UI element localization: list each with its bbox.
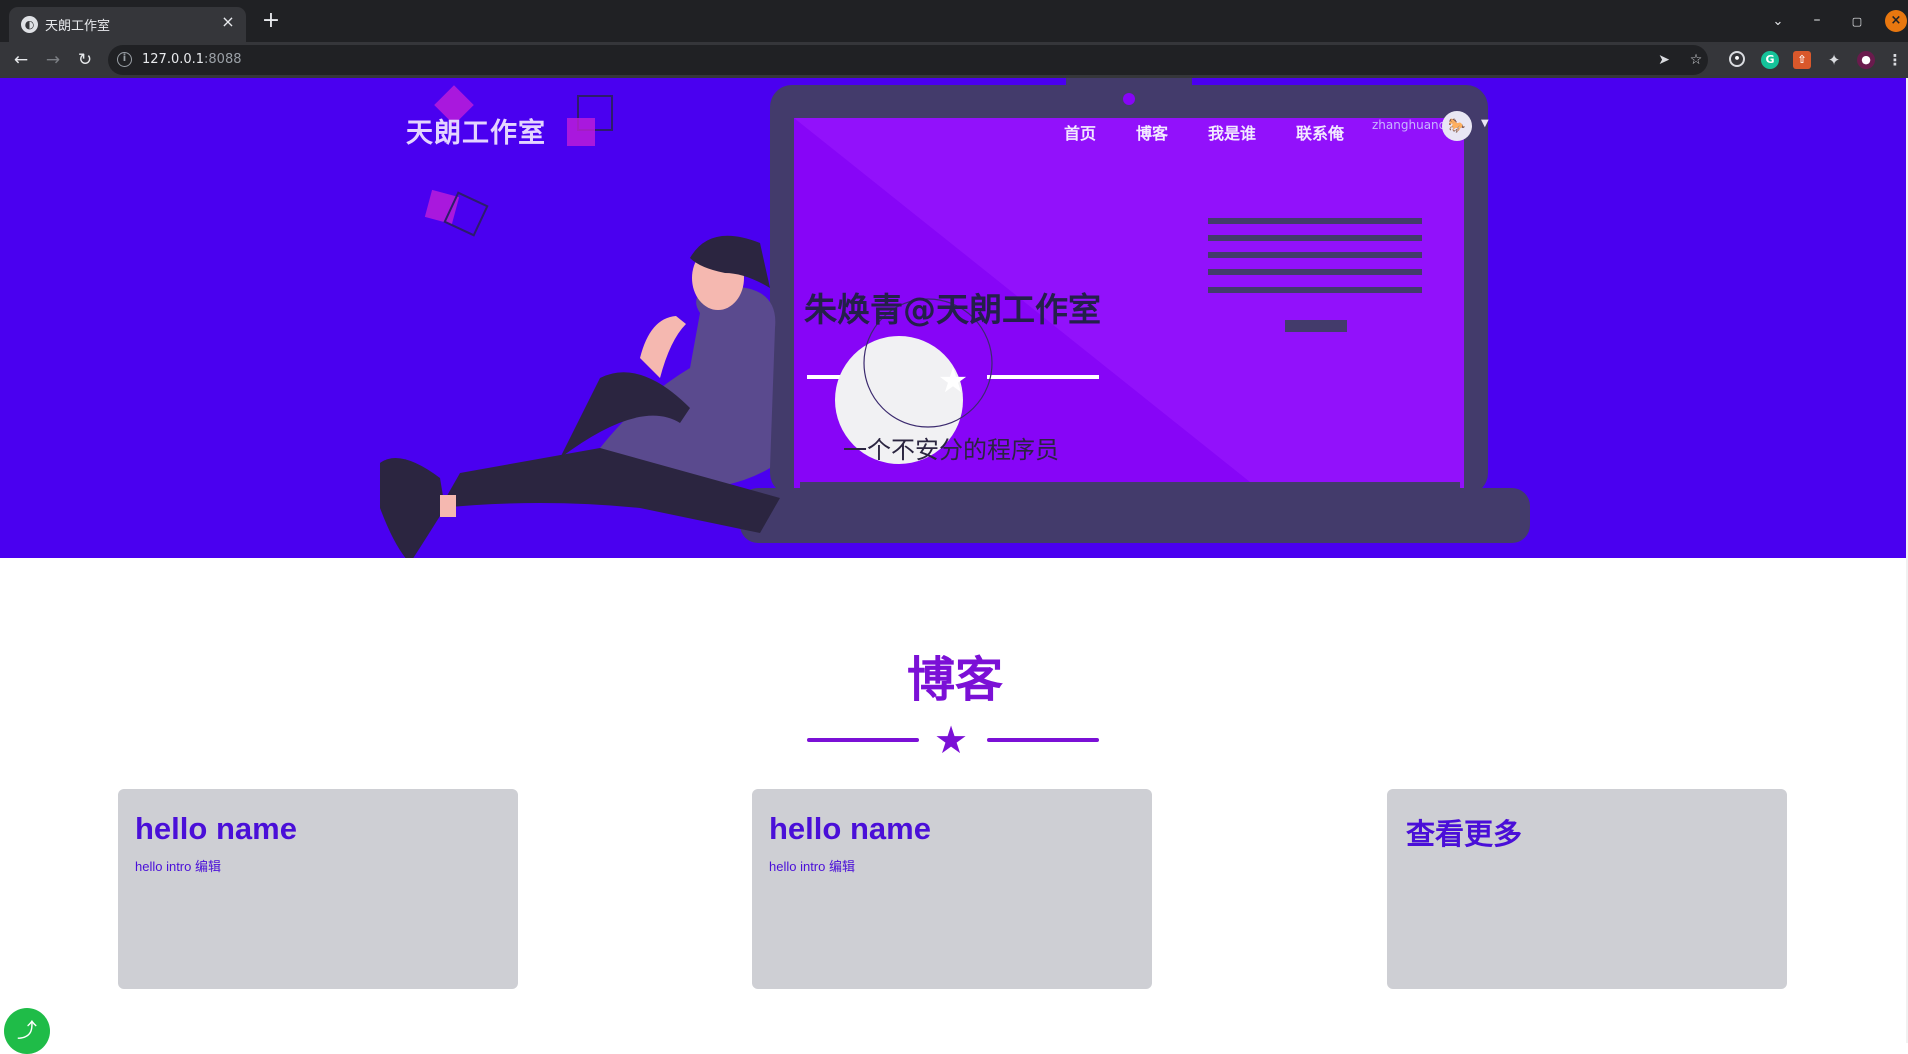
card-intro[interactable]: hello intro 编辑 <box>135 856 221 875</box>
nav-blog[interactable]: 博客 <box>1136 120 1168 144</box>
tab-title: 天朗工作室 <box>45 19 111 34</box>
puzzle-icon[interactable]: ✦ <box>1825 51 1843 69</box>
laptop-camera <box>1123 93 1135 105</box>
screen-line <box>1208 235 1422 241</box>
laptop-base <box>740 488 1530 543</box>
nav-home[interactable]: 首页 <box>1064 120 1096 144</box>
reload-icon[interactable]: ↻ <box>72 48 98 72</box>
card-title[interactable]: hello name <box>769 811 931 847</box>
section-title: 博客 <box>906 652 1003 708</box>
person-shoe <box>380 458 445 558</box>
section-divider-line <box>987 738 1099 742</box>
tab-close-icon[interactable]: × <box>218 12 238 32</box>
nav-about[interactable]: 我是谁 <box>1208 120 1256 144</box>
nav-contact[interactable]: 联系俺 <box>1296 120 1344 144</box>
browser-tab-strip: ◐ 天朗工作室 × + ⌄ – ▢ × <box>0 0 1908 42</box>
person-ankle <box>440 495 456 517</box>
decor-square <box>424 189 460 225</box>
card-intro[interactable]: hello intro 编辑 <box>769 856 855 875</box>
bookmark-star-icon[interactable]: ☆ <box>1685 49 1707 71</box>
hero-divider-line <box>987 375 1099 379</box>
url-text[interactable]: 127.0.0.1:8088 <box>142 52 242 67</box>
hero-divider-star: ★ <box>938 361 968 401</box>
send-icon[interactable]: ➤ <box>1653 49 1675 71</box>
address-bar[interactable]: i 127.0.0.1:8088 ➤ ☆ <box>108 45 1708 75</box>
site-brand[interactable]: 天朗工作室 <box>406 111 546 150</box>
profile-icon[interactable]: ● <box>1857 51 1875 69</box>
window-close-button[interactable]: × <box>1885 10 1907 32</box>
new-tab-button[interactable]: + <box>258 9 284 35</box>
hero-subtitle: 一个不安分的程序员 <box>843 436 1059 464</box>
window-maximize-button[interactable]: ▢ <box>1845 10 1869 34</box>
tab-favicon-icon: ◐ <box>21 16 38 33</box>
browser-tab[interactable]: ◐ 天朗工作室 × <box>9 7 246 42</box>
info-icon[interactable]: i <box>117 52 132 67</box>
hero-banner: ★ 天朗工作室 首页 博客 我是谁 联系俺 zhanghuanqing 🐎 ▼ … <box>0 78 1906 558</box>
hero-title: 朱焕青@天朗工作室 <box>804 290 1101 329</box>
user-avatar[interactable]: 🐎 <box>1442 111 1472 141</box>
screen-line <box>1208 269 1422 275</box>
share-icon[interactable]: ⤴ <box>4 1008 50 1054</box>
decor-square <box>567 118 595 146</box>
blog-card[interactable]: hello name hello intro 编辑 <box>752 789 1152 989</box>
url-port: :8088 <box>204 52 242 67</box>
extension-icon[interactable]: ⇧ <box>1793 51 1811 69</box>
window-minimize-button[interactable]: – <box>1805 10 1829 34</box>
grammarly-icon[interactable]: G <box>1761 51 1779 69</box>
url-host: 127.0.0.1 <box>142 52 205 67</box>
screen-button <box>1285 320 1347 332</box>
card-title[interactable]: hello name <box>135 811 297 847</box>
section-divider-line <box>807 738 919 742</box>
forward-icon[interactable]: → <box>40 48 66 72</box>
laptop-hinge-top <box>1066 78 1192 88</box>
tab-search-chevron-icon[interactable]: ⌄ <box>1766 10 1790 34</box>
view-more-card[interactable]: 查看更多 <box>1387 789 1787 989</box>
menu-icon[interactable]: ⋮ <box>1886 51 1904 69</box>
screen-line <box>1208 287 1422 293</box>
laptop-keyboard-edge <box>800 482 1460 492</box>
back-icon[interactable]: ← <box>8 48 34 72</box>
browser-toolbar: ← → ↻ i 127.0.0.1:8088 ➤ ☆ • G ⇧ ✦ ● ⋮ <box>0 42 1908 78</box>
record-icon[interactable]: • <box>1729 51 1745 67</box>
divider-star-icon: ★ <box>934 718 969 762</box>
screen-line <box>1208 218 1422 224</box>
person-arm <box>640 316 686 378</box>
screen-line <box>1208 252 1422 258</box>
view-more-title[interactable]: 查看更多 <box>1406 811 1522 853</box>
blog-card[interactable]: hello name hello intro 编辑 <box>118 789 518 989</box>
caret-down-icon[interactable]: ▼ <box>1481 118 1489 129</box>
